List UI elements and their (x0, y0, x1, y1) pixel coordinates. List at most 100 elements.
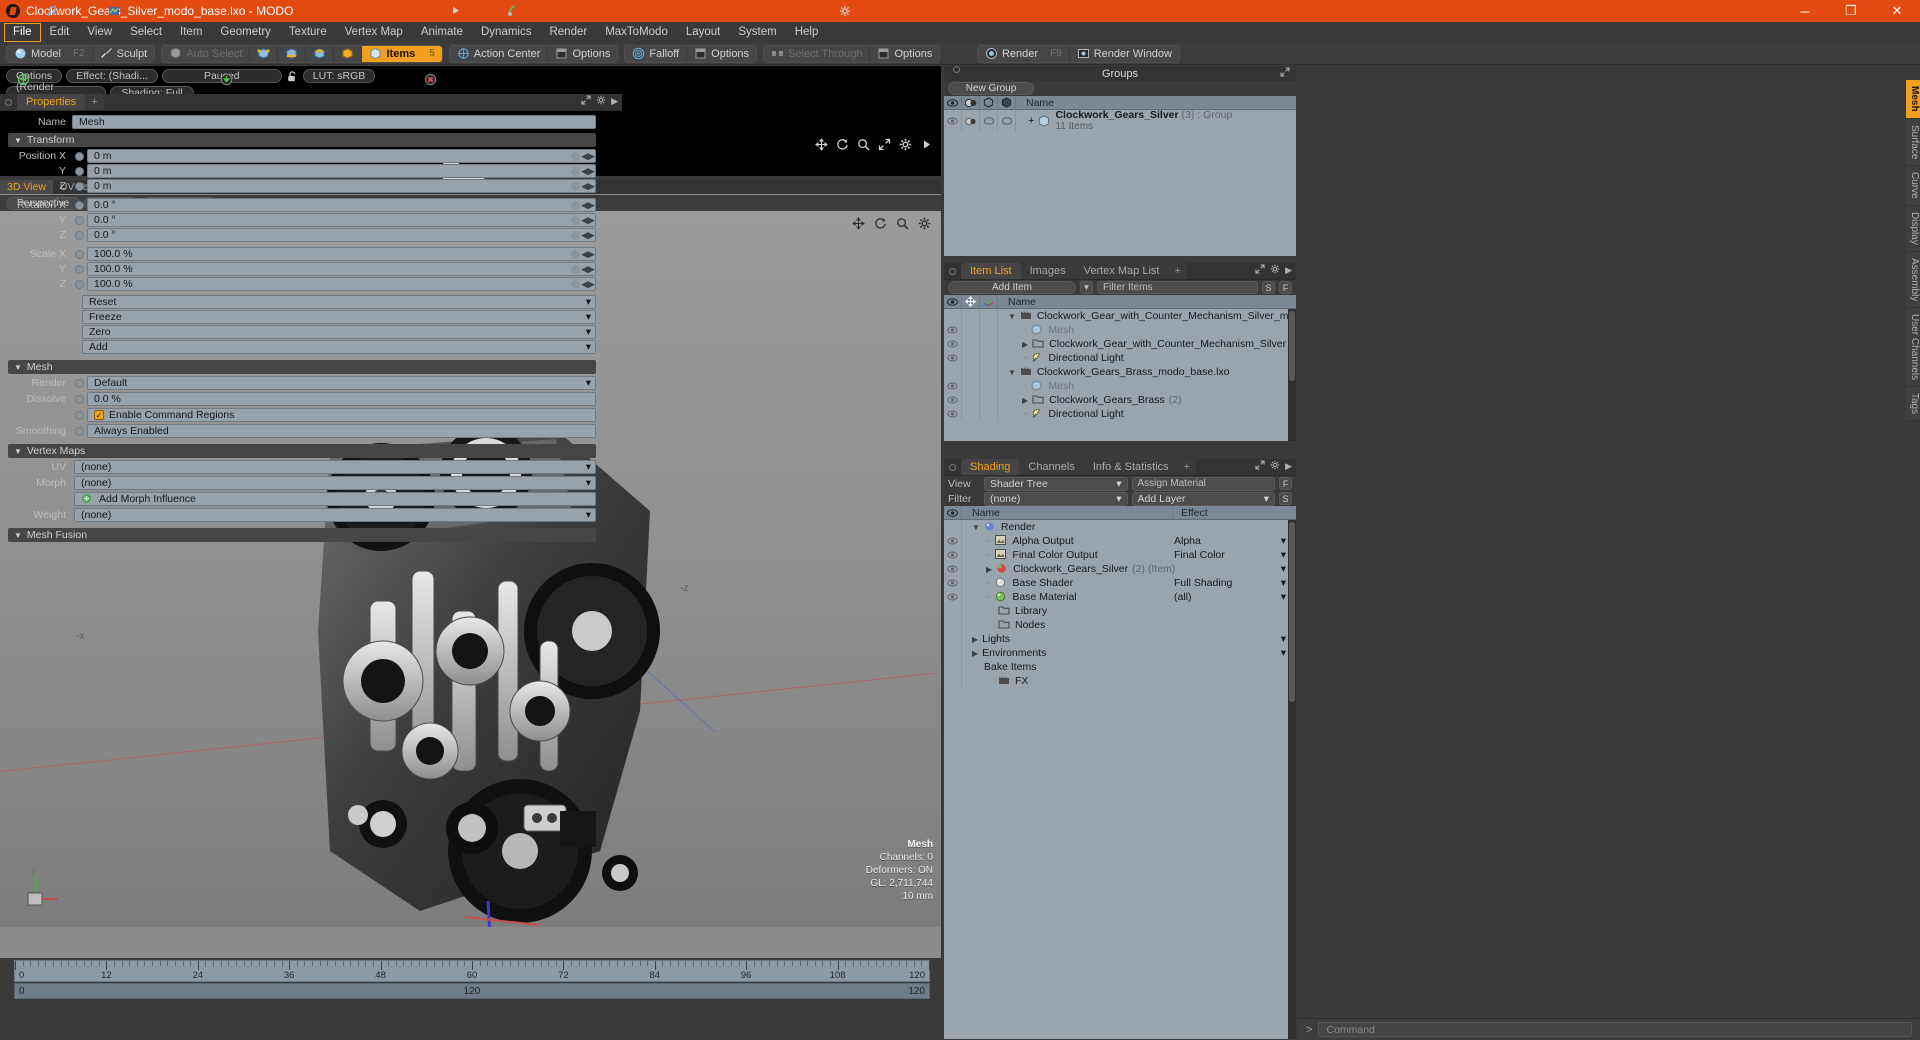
item-list-row[interactable]: ┄ Directional Light (944, 407, 1296, 421)
chevron-down-icon[interactable]: ▾ (1281, 647, 1286, 659)
value-spinner-icon[interactable]: ◀▶ (581, 151, 595, 162)
weight-select[interactable]: (none) ▾ (74, 508, 596, 522)
new-group-button[interactable]: New Group (948, 82, 1034, 95)
smoothing-select[interactable]: Always Enabled (87, 424, 596, 438)
value-knob-icon[interactable] (571, 152, 580, 161)
play-icon[interactable] (920, 138, 933, 151)
side-tab-display[interactable]: Display (1906, 205, 1920, 252)
render-icon[interactable] (962, 95, 980, 110)
menu-item-animate[interactable]: Animate (412, 23, 472, 42)
value-knob-icon[interactable] (571, 250, 580, 259)
toolbar-button-falloff[interactable]: Falloff (625, 45, 687, 62)
row-move-toggle[interactable] (962, 365, 980, 379)
shading-row[interactable]: ▶ Environments ▾ (944, 646, 1296, 660)
render-select[interactable]: Default ▾ (87, 376, 596, 390)
shading-row[interactable]: ▶ Clockwork_Gears_Silver (2) (Item) ▾ (944, 562, 1296, 576)
side-tab-curve[interactable]: Curve (1906, 166, 1920, 206)
row-move-toggle[interactable] (962, 323, 980, 337)
toolbar-button-render-window[interactable]: Render Window (1068, 45, 1179, 62)
row-visibility-toggle[interactable] (944, 337, 962, 351)
shading-list-body[interactable]: ▼ Render ┄ Alpha Output Alpha ▾ ┄ Final Color O… (944, 520, 1296, 1039)
row-visibility-toggle[interactable] (944, 576, 962, 590)
channel-indicator-icon[interactable] (75, 166, 84, 176)
row-axis-toggle[interactable] (980, 365, 998, 379)
row-visibility-toggle[interactable] (944, 562, 962, 576)
shading-row[interactable]: Library (944, 604, 1296, 618)
shading-row[interactable]: Bake Items (944, 660, 1296, 674)
toolbar-button-edge-icon[interactable] (277, 45, 306, 62)
row-visibility-toggle[interactable] (944, 674, 962, 688)
gear-icon[interactable] (1270, 264, 1280, 277)
chevron-down-icon[interactable]: ▾ (1281, 563, 1286, 575)
row-move-toggle[interactable] (962, 393, 980, 407)
side-tab-mesh[interactable]: Mesh (1906, 80, 1920, 119)
menu-item-system[interactable]: System (729, 23, 785, 42)
channel-indicator-icon[interactable] (75, 230, 84, 240)
row-visibility-toggle[interactable] (944, 520, 962, 534)
value-knob-icon[interactable] (571, 280, 580, 289)
shading-s-button[interactable]: S (1279, 492, 1292, 505)
menu-item-select[interactable]: Select (121, 23, 171, 42)
gear-icon[interactable] (1270, 460, 1280, 473)
tab-shading[interactable]: Shading (961, 459, 1020, 475)
menu-item-view[interactable]: View (78, 23, 121, 42)
value-spinner-icon[interactable]: ◀▶ (581, 181, 595, 192)
transform-field-input[interactable]: 0.0 ° ◀▶ (87, 213, 596, 227)
transform-field-input[interactable]: 100.0 % ◀▶ (87, 277, 596, 291)
mesh-section-header[interactable]: ▼ Mesh (8, 360, 596, 374)
toolbar-button-sculpt[interactable]: Sculpt (91, 45, 155, 62)
chevron-right-icon[interactable]: ▶ (611, 96, 618, 107)
maximize-panel-icon[interactable] (1280, 67, 1290, 80)
menu-item-texture[interactable]: Texture (280, 23, 336, 42)
zoom-icon[interactable] (857, 138, 870, 151)
eye-icon[interactable] (944, 110, 962, 132)
enable-command-regions-checkbox[interactable]: ✓ Enable Command Regions (87, 408, 596, 422)
toolbar-button-items[interactable]: Items 5 (361, 45, 442, 62)
value-spinner-icon[interactable]: ◀▶ (581, 264, 595, 275)
toolbar-button-vertex-icon[interactable] (249, 45, 278, 62)
maximize-button[interactable]: ❐ (1828, 0, 1874, 22)
value-knob-icon[interactable] (571, 167, 580, 176)
row-axis-toggle[interactable] (980, 323, 998, 337)
transform-field-input[interactable]: 0.0 ° ◀▶ (87, 228, 596, 242)
gear-icon[interactable] (899, 138, 912, 151)
channel-indicator-icon[interactable] (75, 200, 84, 210)
chevron-down-icon[interactable]: ▾ (1281, 577, 1286, 589)
row-visibility-toggle[interactable] (944, 646, 962, 660)
wire-toggle-icon[interactable] (980, 110, 998, 132)
assign-material-button[interactable]: Assign Material (1131, 476, 1275, 491)
eye-icon[interactable] (944, 95, 962, 110)
transform-add-button[interactable]: Add ▾ (82, 340, 596, 354)
shading-row[interactable]: Nodes (944, 618, 1296, 632)
tab-channels[interactable]: Channels (1019, 459, 1084, 475)
channel-indicator-icon[interactable] (75, 249, 84, 259)
row-visibility-toggle[interactable] (944, 534, 962, 548)
menu-item-item[interactable]: Item (171, 23, 211, 42)
row-visibility-toggle[interactable] (944, 393, 962, 407)
toolbar-button-select-through[interactable]: Select Through (764, 45, 870, 62)
row-visibility-toggle[interactable] (944, 604, 962, 618)
row-axis-toggle[interactable] (980, 407, 998, 421)
shading-row[interactable]: ┄ Alpha Output Alpha ▾ (944, 534, 1296, 548)
tab-vertex-map-list[interactable]: Vertex Map List (1074, 263, 1169, 279)
fit-icon[interactable] (878, 138, 891, 151)
row-visibility-toggle[interactable] (944, 618, 962, 632)
transform-field-input[interactable]: 0 m ◀▶ (87, 179, 596, 193)
shading-row[interactable]: ┄ Base Material (all) ▾ (944, 590, 1296, 604)
chevron-down-icon[interactable]: ▾ (1281, 591, 1286, 603)
row-visibility-toggle[interactable] (944, 351, 962, 365)
groups-row[interactable]: + Clockwork_Gears_Silver (3) : Group 11 It… (944, 110, 1296, 132)
item-list-row[interactable]: ┄ Directional Light (944, 351, 1296, 365)
timeline-ruler[interactable]: 0 12 24 36 48 60 72 84 96 108 120 (14, 960, 930, 982)
row-visibility-toggle[interactable] (944, 548, 962, 562)
value-knob-icon[interactable] (571, 231, 580, 240)
dissolve-input[interactable]: 0.0 % (87, 392, 596, 406)
gear-icon[interactable] (596, 95, 606, 108)
shading-row[interactable]: ▶ Lights ▾ (944, 632, 1296, 646)
shade-icon[interactable] (998, 95, 1016, 110)
add-layer-button[interactable]: Add Layer ▾ (1131, 491, 1275, 506)
transform-freeze-button[interactable]: Freeze ▾ (82, 310, 596, 324)
mesh-fusion-section-header[interactable]: ▼ Mesh Fusion (8, 528, 596, 542)
filter-s-button[interactable]: S (1262, 281, 1275, 294)
side-tab-user-channels[interactable]: User Channels (1906, 307, 1920, 388)
